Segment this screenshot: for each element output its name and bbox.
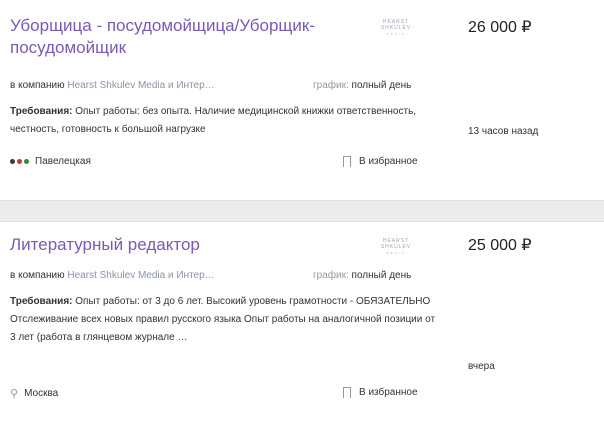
company-line: в компанию Hearst Shkulev Media и Интер… [10, 270, 215, 281]
salary: 25 000 ₽ [468, 237, 532, 254]
logo-subtext: MEDIA [386, 251, 406, 255]
schedule-label: график: [313, 80, 349, 91]
schedule-value: полный день [351, 80, 412, 91]
schedule: график: полный день [313, 80, 411, 91]
company-link[interactable]: Hearst Shkulev Media и Интер… [67, 80, 214, 91]
posted-time: 13 часов назад [468, 126, 539, 137]
requirements-label: Требования: [10, 106, 73, 117]
schedule: график: полный день [313, 270, 411, 281]
company-logo[interactable]: HEARST SHKULEV MEDIA [372, 19, 420, 37]
vacancy-title[interactable]: Уборщица - посудомойщица/Уборщик-посудом… [10, 15, 340, 59]
vacancy-card: Уборщица - посудомойщица/Уборщик-посудом… [0, 0, 604, 200]
metro-icon [10, 159, 29, 164]
add-to-favorites-button[interactable]: В избранное [343, 387, 418, 402]
company-link[interactable]: Hearst Shkulev Media и Интер… [67, 270, 214, 281]
bookmark-icon [343, 156, 351, 171]
location: Павелецкая [10, 156, 91, 167]
requirements: Требования: Опыт работы: от 3 до 6 лет. … [10, 293, 440, 347]
schedule-value: полный день [351, 270, 412, 281]
favorites-label: В избранное [359, 156, 418, 167]
map-pin-icon: ⚲ [10, 388, 19, 400]
salary: 26 000 ₽ [468, 19, 532, 36]
posted-time: вчера [468, 361, 495, 372]
company-prefix: в компанию [10, 80, 65, 91]
bookmark-icon [343, 387, 351, 402]
logo-subtext: MEDIA [386, 32, 406, 36]
company-line: в компанию Hearst Shkulev Media и Интер… [10, 80, 215, 91]
company-prefix: в компанию [10, 270, 65, 281]
vacancy-title[interactable]: Литературный редактор [10, 234, 340, 256]
add-to-favorites-button[interactable]: В избранное [343, 156, 418, 171]
requirements: Требования: Опыт работы: без опыта. Нали… [10, 103, 440, 139]
requirements-text: Опыт работы: от 3 до 6 лет. Высокий уров… [10, 296, 436, 343]
location: ⚲ Москва [10, 387, 58, 400]
card-divider [0, 200, 604, 222]
schedule-label: график: [313, 270, 349, 281]
logo-text: HEARST SHKULEV [380, 19, 412, 31]
favorites-label: В избранное [359, 387, 418, 398]
requirements-label: Требования: [10, 296, 73, 307]
logo-text: HEARST SHKULEV [380, 238, 412, 250]
location-text: Москва [24, 388, 59, 399]
company-logo[interactable]: HEARST SHKULEV MEDIA [372, 238, 420, 256]
location-text: Павелецкая [35, 156, 91, 167]
